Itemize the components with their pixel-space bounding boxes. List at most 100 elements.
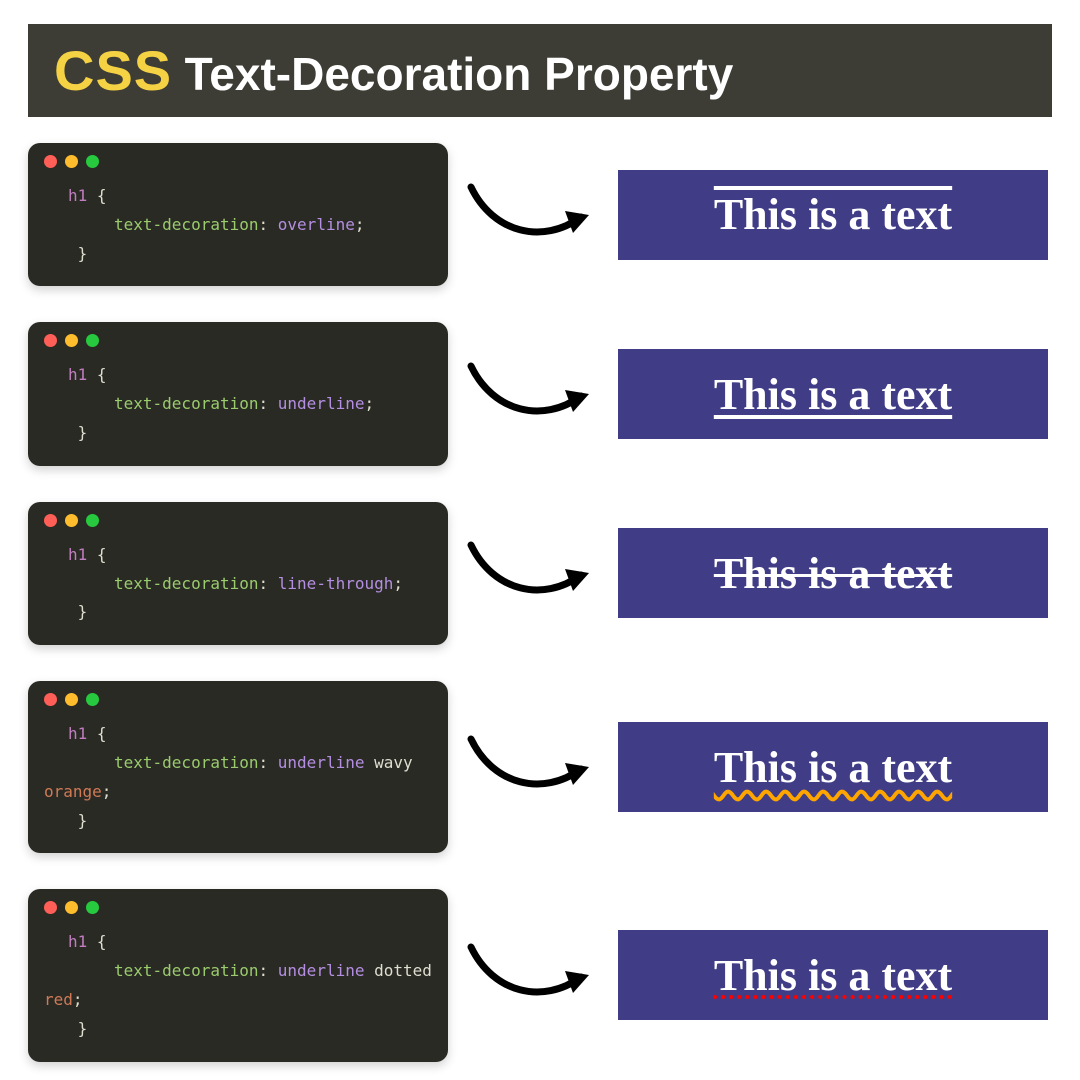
example-row: h1 {text-decoration: underline wavy oran… [28, 681, 1052, 853]
arrow-cell [458, 727, 608, 807]
arrow-icon [463, 533, 603, 613]
maximize-icon [86, 514, 99, 527]
minimize-icon [65, 155, 78, 168]
code-value: underline [278, 961, 365, 980]
minimize-icon [65, 334, 78, 347]
code-line: h1 { [44, 720, 432, 749]
code-line: text-decoration: underline dotted red; [44, 957, 432, 1015]
code-brace: { [97, 365, 107, 384]
preview-text: This is a text [714, 189, 952, 240]
code-semicolon: ; [364, 394, 374, 413]
code-brace: { [97, 724, 107, 743]
code-semicolon: ; [355, 215, 365, 234]
code-property: text-decoration [114, 394, 259, 413]
code-line: h1 { [44, 361, 432, 390]
preview-box: This is a text [618, 528, 1048, 618]
example-row: h1 {text-decoration: underline dotted re… [28, 889, 1052, 1061]
close-icon [44, 901, 57, 914]
arrow-icon [463, 175, 603, 255]
close-icon [44, 155, 57, 168]
maximize-icon [86, 901, 99, 914]
close-icon [44, 334, 57, 347]
code-semicolon: ; [393, 574, 403, 593]
arrow-icon [463, 354, 603, 434]
arrow-icon [463, 935, 603, 1015]
maximize-icon [86, 334, 99, 347]
maximize-icon [86, 155, 99, 168]
code-brace: { [97, 545, 107, 564]
code-line: text-decoration: underline wavy orange; [44, 749, 432, 807]
preview-box: This is a text [618, 722, 1048, 812]
code-line: } [44, 419, 432, 448]
close-icon [44, 514, 57, 527]
code-line: } [44, 1015, 432, 1044]
arrow-cell [458, 175, 608, 255]
code-semicolon: ; [73, 990, 83, 1009]
code-property: text-decoration [114, 961, 259, 980]
preview-text: This is a text [714, 548, 952, 599]
code-line: } [44, 807, 432, 836]
window-controls [44, 693, 432, 706]
arrow-cell [458, 935, 608, 1015]
code-snippet: h1 {text-decoration: underline dotted re… [28, 889, 448, 1061]
code-line: text-decoration: overline; [44, 211, 432, 240]
examples-container: h1 {text-decoration: overline; } This is… [28, 143, 1052, 1062]
code-line: h1 { [44, 928, 432, 957]
preview-text: This is a text [714, 950, 952, 1001]
window-controls [44, 155, 432, 168]
code-selector: h1 [68, 724, 87, 743]
code-selector: h1 [68, 932, 87, 951]
code-colon: : [259, 753, 269, 772]
code-brace: } [78, 423, 88, 442]
code-value: orange [44, 782, 102, 801]
window-controls [44, 514, 432, 527]
code-line: } [44, 240, 432, 269]
code-brace: { [97, 186, 107, 205]
preview-text: This is a text [714, 369, 952, 420]
code-property: text-decoration [114, 753, 259, 772]
code-snippet: h1 {text-decoration: overline; } [28, 143, 448, 286]
code-brace: { [97, 932, 107, 951]
code-colon: : [259, 215, 269, 234]
example-row: h1 {text-decoration: overline; } This is… [28, 143, 1052, 286]
code-value: line-through [278, 574, 394, 593]
code-line: h1 { [44, 182, 432, 211]
arrow-cell [458, 354, 608, 434]
header-banner: CSS Text-Decoration Property [28, 24, 1052, 117]
code-value: red [44, 990, 73, 1009]
arrow-cell [458, 533, 608, 613]
minimize-icon [65, 901, 78, 914]
code-value: underline [278, 753, 365, 772]
code-value: wavy [374, 753, 413, 772]
arrow-icon [463, 727, 603, 807]
maximize-icon [86, 693, 99, 706]
code-value: dotted [374, 961, 432, 980]
code-colon: : [259, 394, 269, 413]
preview-box: This is a text [618, 170, 1048, 260]
code-brace: } [78, 1019, 88, 1038]
code-selector: h1 [68, 545, 87, 564]
close-icon [44, 693, 57, 706]
preview-box: This is a text [618, 349, 1048, 439]
code-line: text-decoration: line-through; [44, 570, 432, 599]
code-value: underline [278, 394, 365, 413]
example-row: h1 {text-decoration: underline; } This i… [28, 322, 1052, 465]
code-semicolon: ; [102, 782, 112, 801]
header-title: Text-Decoration Property [185, 48, 734, 100]
window-controls [44, 901, 432, 914]
code-line: h1 { [44, 541, 432, 570]
code-colon: : [259, 961, 269, 980]
code-brace: } [78, 244, 88, 263]
code-selector: h1 [68, 365, 87, 384]
code-line: } [44, 598, 432, 627]
code-snippet: h1 {text-decoration: underline wavy oran… [28, 681, 448, 853]
code-colon: : [259, 574, 269, 593]
header-css-label: CSS [54, 39, 172, 102]
code-snippet: h1 {text-decoration: underline; } [28, 322, 448, 465]
minimize-icon [65, 693, 78, 706]
minimize-icon [65, 514, 78, 527]
code-line: text-decoration: underline; [44, 390, 432, 419]
code-property: text-decoration [114, 215, 259, 234]
code-property: text-decoration [114, 574, 259, 593]
code-brace: } [78, 811, 88, 830]
